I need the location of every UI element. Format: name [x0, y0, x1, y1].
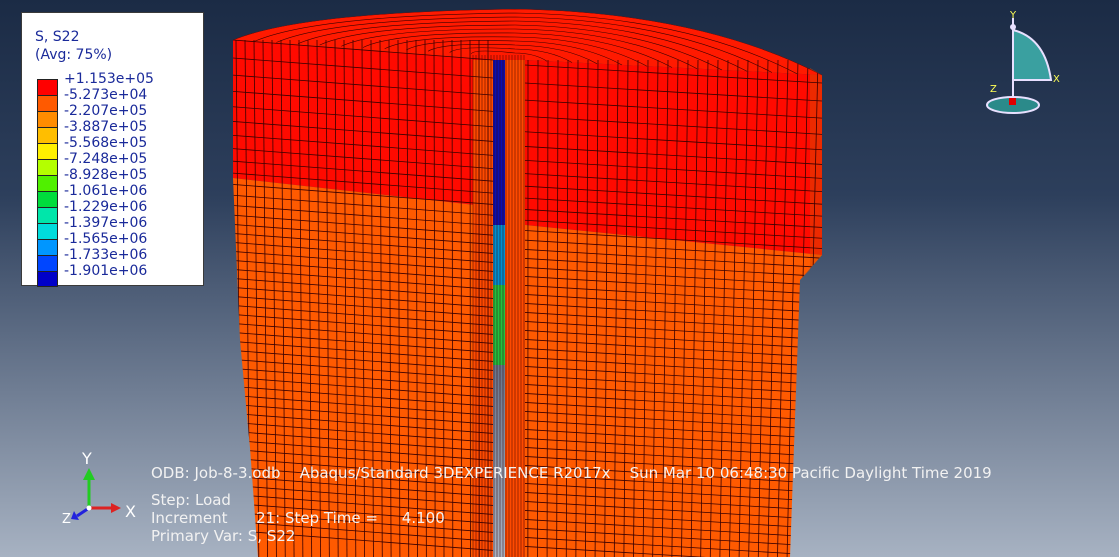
- triad-y-arrow: [83, 468, 95, 480]
- view-cube-y-label: Y: [1009, 10, 1017, 21]
- legend-title: S, S22: [35, 29, 80, 45]
- primary-var-info-line: Primary Var: S, S22: [151, 527, 296, 545]
- legend-swatch: [37, 79, 58, 95]
- legend-value-label: -1.733e+06: [64, 247, 148, 263]
- legend-swatch: [37, 159, 58, 175]
- triad-x-label: X: [125, 502, 136, 521]
- view-cube-y-handle: [1010, 24, 1016, 30]
- legend-swatch: [37, 175, 58, 191]
- view-cube-origin-marker: [1009, 98, 1016, 105]
- legend-swatch: [37, 95, 58, 111]
- legend-value-label: -1.397e+06: [64, 215, 148, 231]
- legend-swatch: [37, 111, 58, 127]
- legend-value-label: -3.887e+05: [64, 119, 148, 135]
- legend-value-label: -5.273e+04: [64, 87, 148, 103]
- legend-value-label: -5.568e+05: [64, 135, 148, 151]
- odb-info-line: ODB: Job-8-3.odb Abaqus/Standard 3DEXPER…: [151, 464, 992, 482]
- legend-averaging: (Avg: 75%): [35, 47, 113, 63]
- legend-value-label: -1.565e+06: [64, 231, 148, 247]
- orientation-view-cube[interactable]: Y X Z: [975, 8, 1075, 118]
- legend-value-label: -8.928e+05: [64, 167, 148, 183]
- view-cube-x-label: X: [1053, 74, 1060, 85]
- legend-swatch: [37, 207, 58, 223]
- triad-x-arrow: [111, 503, 121, 513]
- step-info-line: Step: Load: [151, 491, 231, 509]
- legend-swatch: [37, 239, 58, 255]
- triad-origin: [86, 505, 92, 511]
- legend-swatch: [37, 191, 58, 207]
- view-cube-wing: [1012, 28, 1053, 81]
- increment-info-line: Increment 21: Step Time = 4.100: [151, 509, 445, 527]
- triad-y-label: Y: [82, 449, 92, 468]
- legend-value-label: -2.207e+05: [64, 103, 148, 119]
- contour-legend: S, S22 (Avg: 75%) +1.153e+05 -5.273e+04 -2…: [21, 12, 204, 287]
- legend-swatch: [37, 271, 58, 287]
- legend-swatch: [37, 143, 58, 159]
- legend-value-label: -1.901e+06: [64, 263, 148, 279]
- legend-value-label: -1.229e+06: [64, 199, 148, 215]
- legend-value-label: -7.248e+05: [64, 151, 148, 167]
- legend-value-label: -1.061e+06: [64, 183, 148, 199]
- legend-swatch: [37, 127, 58, 143]
- legend-swatch: [37, 223, 58, 239]
- triad-z-label: Z: [62, 512, 71, 527]
- view-cube-z-label: Z: [990, 84, 997, 95]
- legend-value-label: +1.153e+05: [64, 71, 154, 87]
- legend-swatch: [37, 255, 58, 271]
